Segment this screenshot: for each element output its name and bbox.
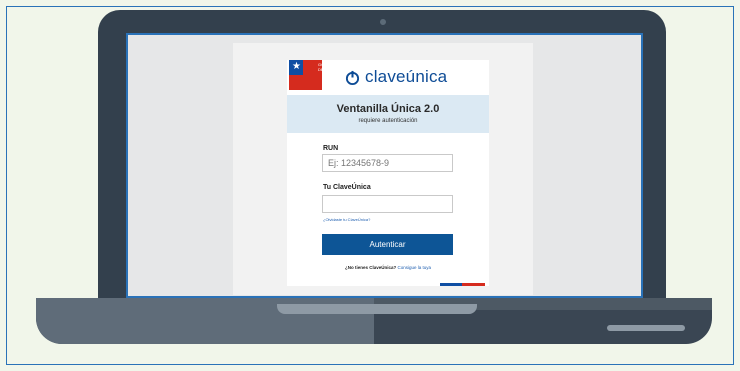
forgot-password-link[interactable]: ¿Olvidaste tu ClaveÚnica? xyxy=(323,217,370,222)
signup-prompt: ¿No tienes ClaveÚnica? Consigue la tuya xyxy=(287,265,489,270)
laptop-notch xyxy=(277,304,477,314)
signup-link[interactable]: Consigue la tuya xyxy=(398,265,432,270)
power-icon xyxy=(345,70,360,85)
star-icon: ★ xyxy=(292,61,301,72)
signup-question: ¿No tienes ClaveÚnica? xyxy=(344,265,397,270)
claveunica-logo: claveúnica xyxy=(345,66,447,88)
flag-stripe-blue xyxy=(440,283,462,286)
service-title: Ventanilla Única 2.0 xyxy=(336,103,440,115)
card-header: ★ GOBIERNO DE CHILE claveúnica xyxy=(287,60,489,96)
login-card: ★ GOBIERNO DE CHILE claveúnica Ventanill… xyxy=(287,60,489,286)
run-label: RUN xyxy=(323,145,339,152)
flag-stripe-red xyxy=(462,283,485,286)
service-subtitle: requiere autenticación xyxy=(358,118,418,124)
brand-name: claveúnica xyxy=(365,67,448,86)
authenticate-button[interactable]: Autenticar xyxy=(322,234,453,255)
service-banner: Ventanilla Única 2.0 requiere autenticac… xyxy=(287,95,489,133)
camera-icon xyxy=(380,19,386,25)
gobierno-de-chile-logo: ★ GOBIERNO DE CHILE xyxy=(289,60,340,90)
run-input[interactable] xyxy=(322,154,453,172)
laptop-edge-line xyxy=(607,325,685,331)
clave-input[interactable] xyxy=(322,195,453,213)
clave-label: Tu ClaveÚnica xyxy=(323,184,371,191)
